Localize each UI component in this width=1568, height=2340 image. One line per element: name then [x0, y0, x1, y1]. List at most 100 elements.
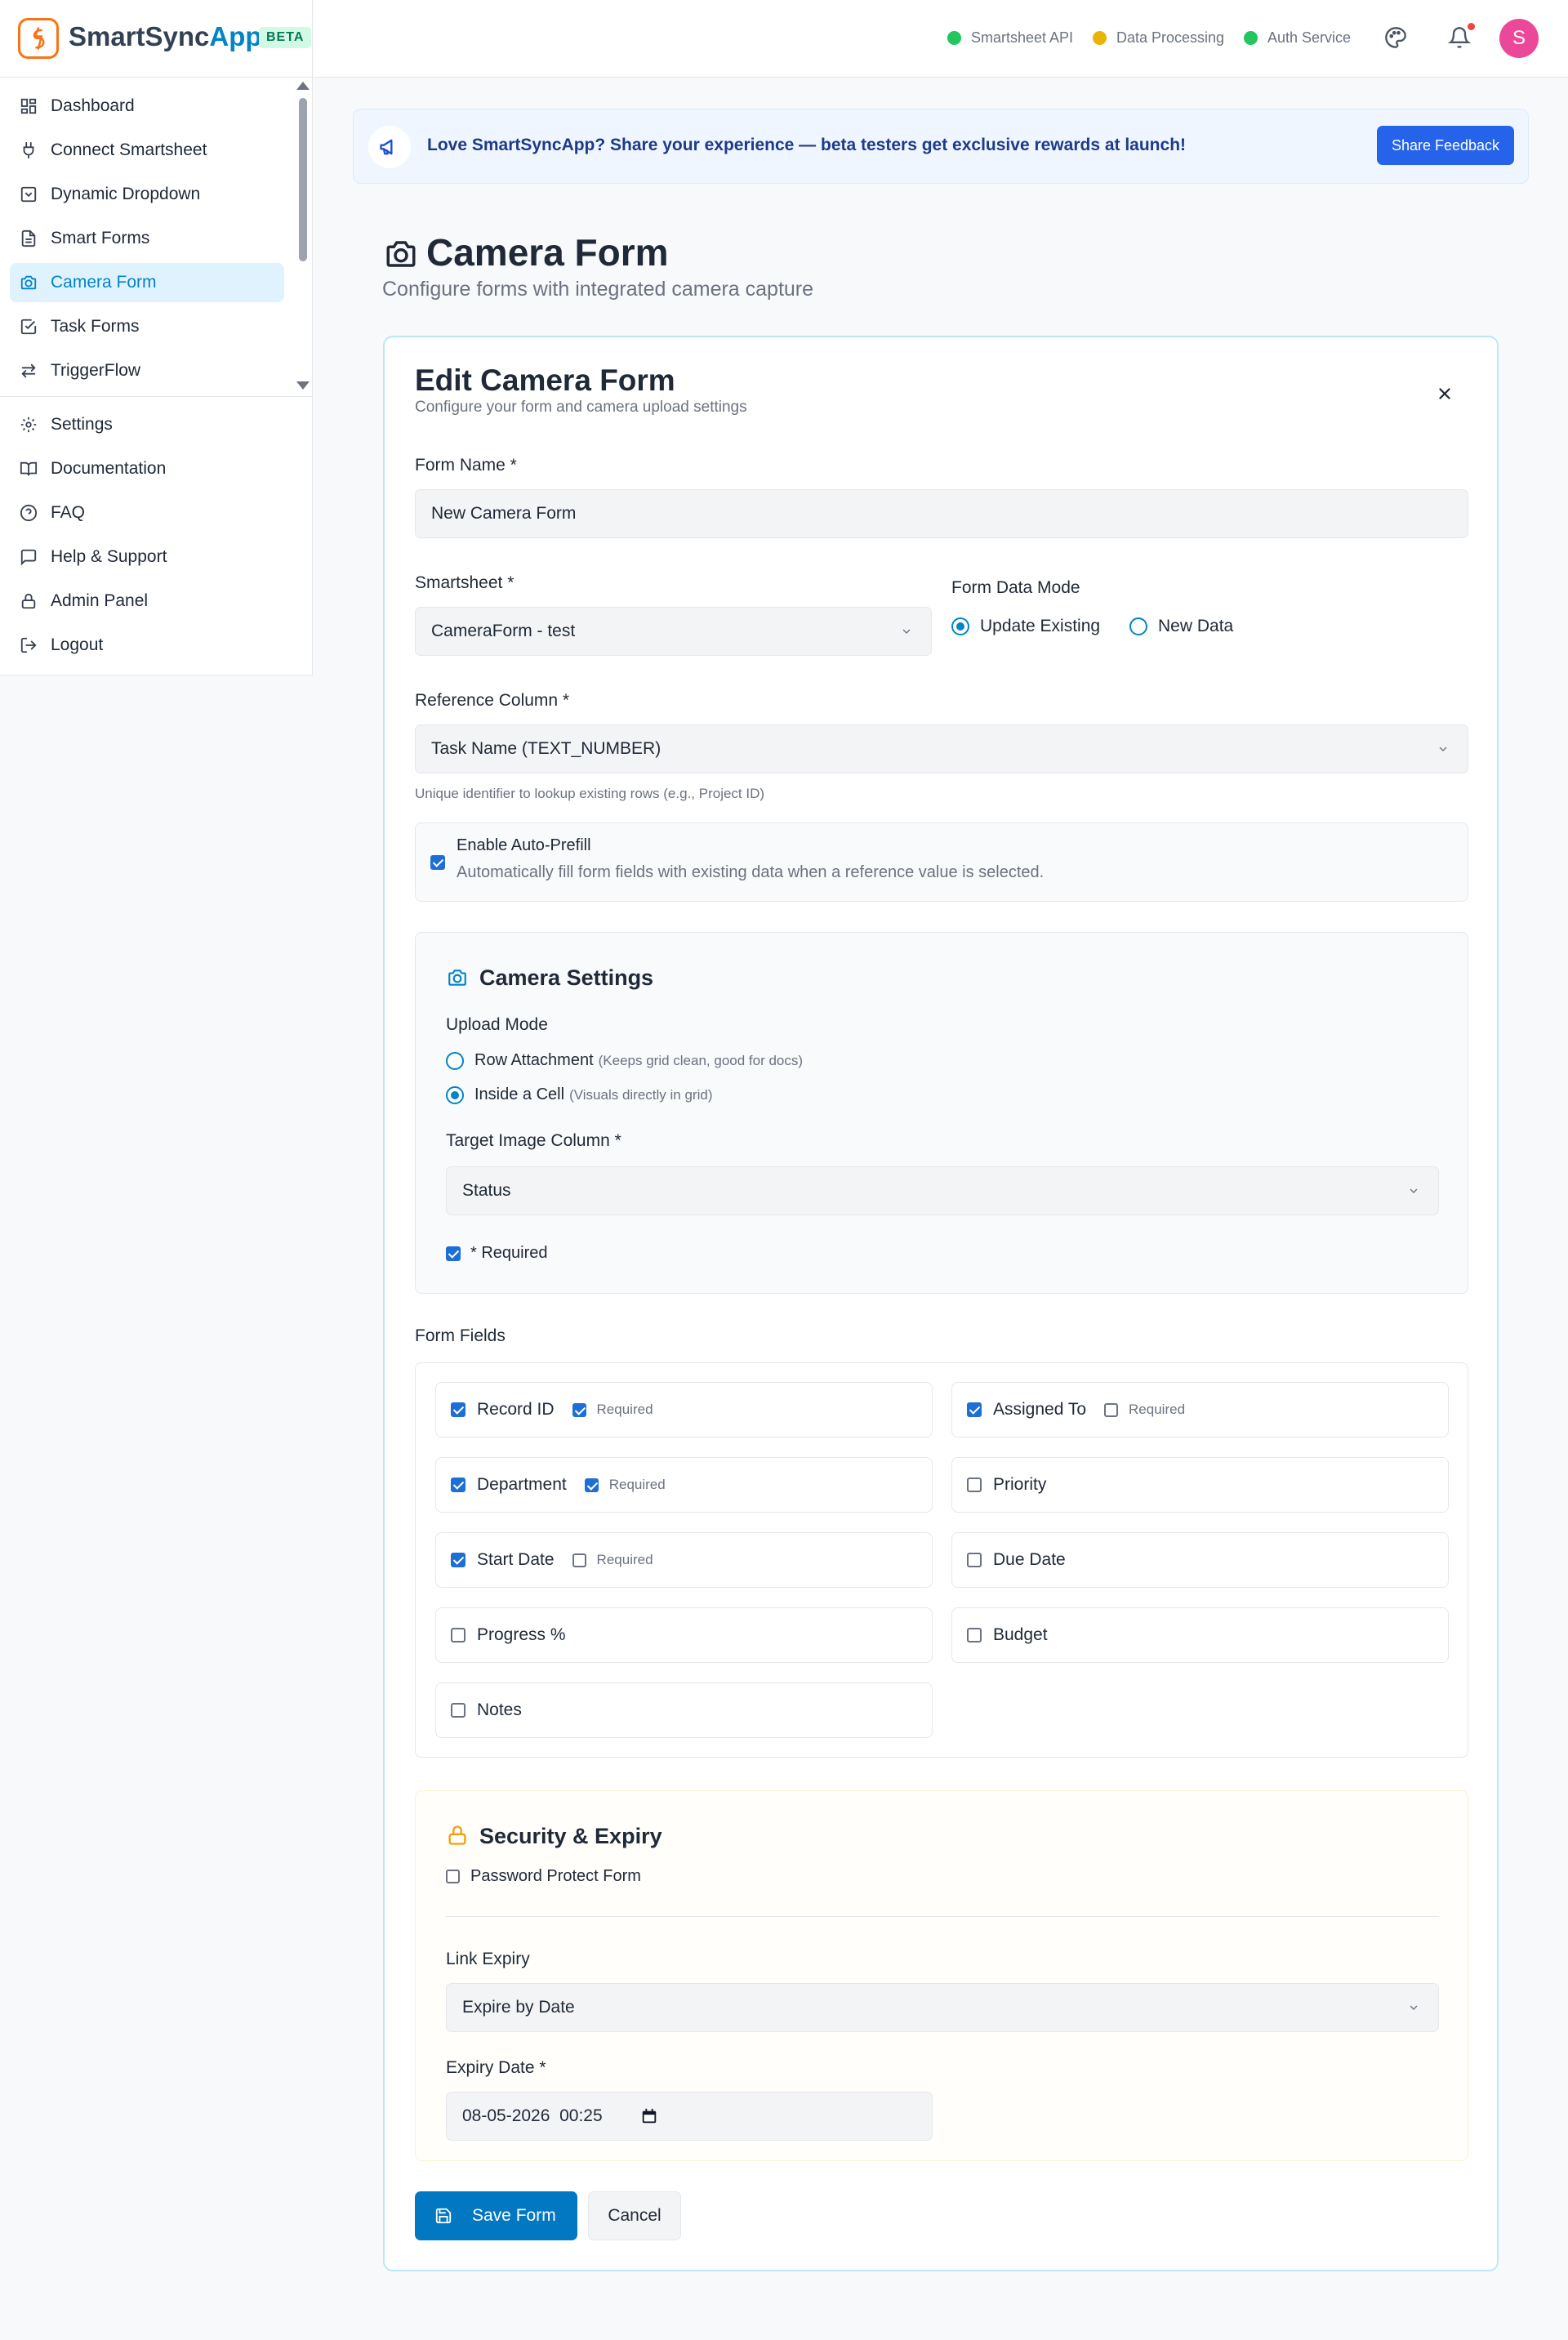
data-mode-update-existing[interactable]: Update Existing [951, 617, 1100, 636]
expiry-date-input[interactable]: 08-05-2026 00:25 [446, 2092, 933, 2141]
palette-icon[interactable] [1384, 26, 1407, 49]
sidebar-item-task-forms[interactable]: Task Forms [10, 307, 284, 346]
field-start-date[interactable]: Start Date Required [435, 1532, 933, 1588]
page-title: Camera Form [426, 231, 669, 274]
field-label: Progress % [477, 1625, 566, 1644]
status-auth-service: Auth Service [1244, 29, 1351, 47]
close-icon[interactable] [1436, 385, 1454, 403]
sidebar-item-triggerflow[interactable]: TriggerFlow [10, 351, 284, 390]
sidebar-scroll-thumb[interactable] [299, 98, 307, 261]
camera-required-toggle[interactable]: * Required [446, 1244, 548, 1263]
security-title: Security & Expiry [479, 1824, 662, 1848]
field-label: Due Date [993, 1550, 1066, 1569]
field-priority[interactable]: Priority [951, 1457, 1449, 1513]
sidebar-item-admin-panel[interactable]: Admin Panel [10, 582, 284, 621]
form-name-field[interactable]: New Camera Form [415, 489, 1468, 538]
field-required-toggle[interactable]: Required [572, 1552, 653, 1568]
radio-hint: (Visuals directly in grid) [569, 1086, 713, 1103]
lock-icon [21, 593, 36, 609]
field-department[interactable]: Department Required [435, 1457, 933, 1513]
required-checkbox[interactable] [1104, 1402, 1119, 1417]
lock-icon [448, 1825, 466, 1845]
sidebar-item-smart-forms[interactable]: Smart Forms [10, 219, 284, 258]
field-checkbox[interactable] [451, 1478, 466, 1492]
link-expiry-value: Expire by Date [462, 1998, 575, 2017]
required-checkbox[interactable] [584, 1478, 599, 1492]
field-checkbox[interactable] [967, 1628, 982, 1642]
sidebar-item-faq[interactable]: FAQ [10, 493, 284, 533]
field-required-toggle[interactable]: Required [1104, 1402, 1185, 1418]
reference-column-select[interactable]: Task Name (TEXT_NUMBER) [415, 724, 1468, 773]
expiry-date-value: 08-05-2026 00:25 [462, 2106, 603, 2125]
radio-button[interactable] [446, 1051, 464, 1070]
field-checkbox[interactable] [967, 1402, 982, 1417]
radio-label: New Data [1158, 617, 1234, 635]
scroll-up-arrow-icon[interactable] [296, 82, 310, 90]
share-feedback-button[interactable]: Share Feedback [1377, 126, 1514, 165]
sidebar-item-camera-form[interactable]: Camera Form [10, 263, 284, 302]
bell-icon[interactable] [1448, 26, 1471, 49]
data-mode-label: Form Data Mode [951, 578, 1080, 597]
sidebar-item-help-support[interactable]: Help & Support [10, 537, 284, 577]
field-notes[interactable]: Notes [435, 1683, 933, 1738]
sidebar-item-logout[interactable]: Logout [10, 626, 284, 665]
arrows-icon [21, 363, 36, 378]
sidebar-item-dashboard[interactable]: Dashboard [10, 87, 284, 126]
password-protect-checkbox[interactable] [446, 1870, 460, 1883]
radio-button[interactable] [1129, 617, 1147, 635]
sidebar-item-label: TriggerFlow [51, 361, 141, 380]
field-required-toggle[interactable]: Required [572, 1402, 653, 1418]
target-image-column-select[interactable]: Status [446, 1166, 1439, 1215]
field-checkbox[interactable] [451, 1553, 466, 1567]
plug-icon [23, 141, 34, 159]
smartsheet-value: CameraForm - test [431, 622, 576, 640]
data-mode-new-data[interactable]: New Data [1129, 617, 1233, 636]
field-checkbox[interactable] [967, 1478, 982, 1492]
sidebar-item-connect-smartsheet[interactable]: Connect Smartsheet [10, 131, 284, 170]
form-title: Edit Camera Form [415, 363, 675, 397]
sidebar-item-dynamic-dropdown[interactable]: Dynamic Dropdown [10, 175, 284, 214]
cancel-button[interactable]: Cancel [588, 2191, 681, 2240]
field-assigned-to[interactable]: Assigned To Required [951, 1382, 1449, 1437]
scroll-down-arrow-icon[interactable] [296, 381, 310, 390]
password-protect-toggle[interactable]: Password Protect Form [446, 1867, 641, 1886]
upload-mode-inside-cell[interactable]: Inside a Cell (Visuals directly in grid) [446, 1085, 712, 1104]
field-checkbox[interactable] [451, 1402, 466, 1417]
smartsheet-select[interactable]: CameraForm - test [415, 607, 932, 656]
chat-icon [20, 549, 37, 566]
form-fields-label: Form Fields [415, 1326, 506, 1345]
sidebar-item-documentation[interactable]: Documentation [10, 449, 284, 488]
link-expiry-select[interactable]: Expire by Date [446, 1983, 1439, 2032]
field-label: Record ID [477, 1400, 555, 1419]
camera-required-checkbox[interactable] [446, 1246, 461, 1261]
upload-mode-row-attachment[interactable]: Row Attachment (Keeps grid clean, good f… [446, 1051, 803, 1070]
save-form-button[interactable]: Save Form [415, 2191, 577, 2240]
required-checkbox[interactable] [572, 1553, 586, 1567]
page-subtitle: Configure forms with integrated camera c… [382, 278, 814, 301]
field-required-toggle[interactable]: Required [584, 1477, 666, 1493]
avatar[interactable]: S [1499, 19, 1539, 58]
top-bar: Smartsheet API Data Processing Auth Serv… [314, 0, 1568, 78]
radio-button[interactable] [951, 617, 969, 635]
status-dot [1244, 31, 1258, 45]
field-checkbox[interactable] [967, 1553, 982, 1567]
autoprefill-checkbox[interactable] [430, 855, 445, 870]
field-budget[interactable]: Budget [951, 1607, 1449, 1663]
field-record-id[interactable]: Record ID Required [435, 1382, 933, 1437]
chevron-down-icon [902, 629, 911, 634]
sidebar-item-label: Help & Support [51, 547, 167, 566]
field-progress[interactable]: Progress % [435, 1607, 933, 1663]
required-checkbox[interactable] [572, 1402, 586, 1417]
radio-button[interactable] [446, 1085, 464, 1104]
calendar-icon[interactable] [640, 2107, 658, 2125]
field-checkbox[interactable] [451, 1628, 466, 1642]
sidebar-item-label: Task Forms [51, 317, 140, 336]
field-checkbox[interactable] [451, 1703, 466, 1718]
field-due-date[interactable]: Due Date [951, 1532, 1449, 1588]
radio-hint: (Keeps grid clean, good for docs) [598, 1052, 804, 1068]
target-image-column-label: Target Image Column * [446, 1131, 621, 1150]
logout-icon [20, 637, 37, 653]
status-label: Data Processing [1116, 29, 1225, 46]
sidebar-item-settings[interactable]: Settings [10, 405, 284, 444]
field-label: Notes [477, 1700, 522, 1719]
